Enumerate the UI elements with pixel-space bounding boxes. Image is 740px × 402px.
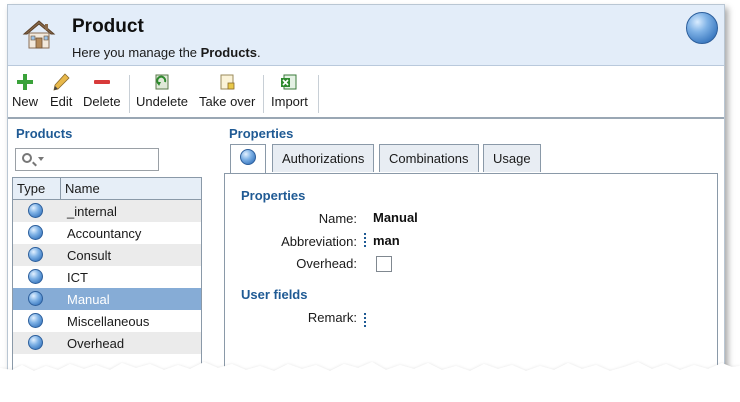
torn-edge xyxy=(0,362,740,402)
product-type-icon xyxy=(28,203,43,218)
page-header: Product Here you manage the Products. xyxy=(8,5,724,66)
group-properties: Properties xyxy=(241,188,306,203)
pencil-icon xyxy=(53,73,70,91)
product-type-icon xyxy=(28,225,43,240)
product-type-icon xyxy=(28,313,43,328)
list-rows: _internal Accountancy Consult ICT Manual Misc… xyxy=(13,200,201,354)
new-label: New xyxy=(12,94,39,109)
new-button[interactable]: New xyxy=(12,73,38,115)
list-header: Type Name xyxy=(13,178,201,200)
edit-label: Edit xyxy=(50,94,73,109)
product-name: Accountancy xyxy=(67,226,142,241)
toolbar-separator xyxy=(263,75,264,113)
tab-general[interactable] xyxy=(230,144,266,174)
subtitle-prefix: Here you manage the xyxy=(72,45,201,60)
remark-field[interactable] xyxy=(364,313,366,327)
toolbar: New Edit Delete Undelete Take over Impor… xyxy=(8,67,724,119)
globe-icon xyxy=(686,12,718,44)
delete-label: Delete xyxy=(83,94,121,109)
subtitle-suffix: . xyxy=(256,45,261,60)
column-header-type[interactable]: Type xyxy=(13,178,61,199)
list-item[interactable]: Manual xyxy=(13,288,201,310)
toolbar-separator xyxy=(129,75,130,113)
list-item[interactable]: _internal xyxy=(13,200,201,222)
import-button[interactable]: Import xyxy=(271,73,308,115)
column-header-name[interactable]: Name xyxy=(61,178,104,199)
take-over-label: Take over xyxy=(199,94,256,109)
required-indicator xyxy=(364,233,366,247)
product-name: Miscellaneous xyxy=(67,314,150,329)
properties-section-title: Properties xyxy=(229,126,294,141)
take-over-icon xyxy=(220,74,235,90)
take-over-button[interactable]: Take over xyxy=(199,73,255,115)
search-input[interactable] xyxy=(15,148,159,171)
delete-button[interactable]: Delete xyxy=(83,73,121,115)
tab-combinations[interactable]: Combinations xyxy=(379,144,479,172)
group-user-fields: User fields xyxy=(241,287,308,302)
product-name: _internal xyxy=(67,204,117,219)
search-icon xyxy=(22,153,32,163)
product-type-icon xyxy=(28,247,43,262)
product-name: Manual xyxy=(67,292,110,307)
abbreviation-label: Abbreviation: xyxy=(281,234,357,249)
globe-icon xyxy=(240,149,256,165)
undelete-icon xyxy=(155,74,169,90)
tab-authorizations[interactable]: Authorizations xyxy=(272,144,375,172)
remark-label: Remark: xyxy=(307,310,357,325)
product-type-icon xyxy=(28,269,43,284)
list-item[interactable]: Miscellaneous xyxy=(13,310,201,332)
undelete-label: Undelete xyxy=(136,94,189,109)
import-label: Import xyxy=(271,94,308,109)
list-item[interactable]: ICT xyxy=(13,266,201,288)
plus-icon xyxy=(17,74,33,90)
home-icon xyxy=(22,20,56,49)
product-name: ICT xyxy=(67,270,88,285)
products-section-title: Products xyxy=(16,126,73,141)
overhead-checkbox[interactable] xyxy=(376,256,392,272)
product-window: Product Here you manage the Products. Ne… xyxy=(7,4,725,396)
page-subtitle: Here you manage the Products. xyxy=(72,45,261,60)
page-title: Product xyxy=(72,16,144,37)
abbreviation-value[interactable]: man xyxy=(373,233,400,248)
product-type-icon xyxy=(28,291,43,306)
tab-usage[interactable]: Usage xyxy=(483,144,541,172)
toolbar-separator xyxy=(318,75,319,113)
undelete-button[interactable]: Undelete xyxy=(136,73,188,115)
minus-icon xyxy=(93,80,110,84)
overhead-label: Overhead: xyxy=(296,256,357,271)
product-name: Consult xyxy=(67,248,112,263)
name-value[interactable]: Manual xyxy=(373,210,418,225)
excel-import-icon xyxy=(281,74,297,90)
list-item[interactable]: Accountancy xyxy=(13,222,201,244)
chevron-down-icon[interactable] xyxy=(38,157,44,161)
name-label: Name: xyxy=(318,211,357,226)
edit-button[interactable]: Edit xyxy=(50,73,72,115)
subtitle-bold: Products xyxy=(200,45,257,60)
list-item[interactable]: Consult xyxy=(13,244,201,266)
